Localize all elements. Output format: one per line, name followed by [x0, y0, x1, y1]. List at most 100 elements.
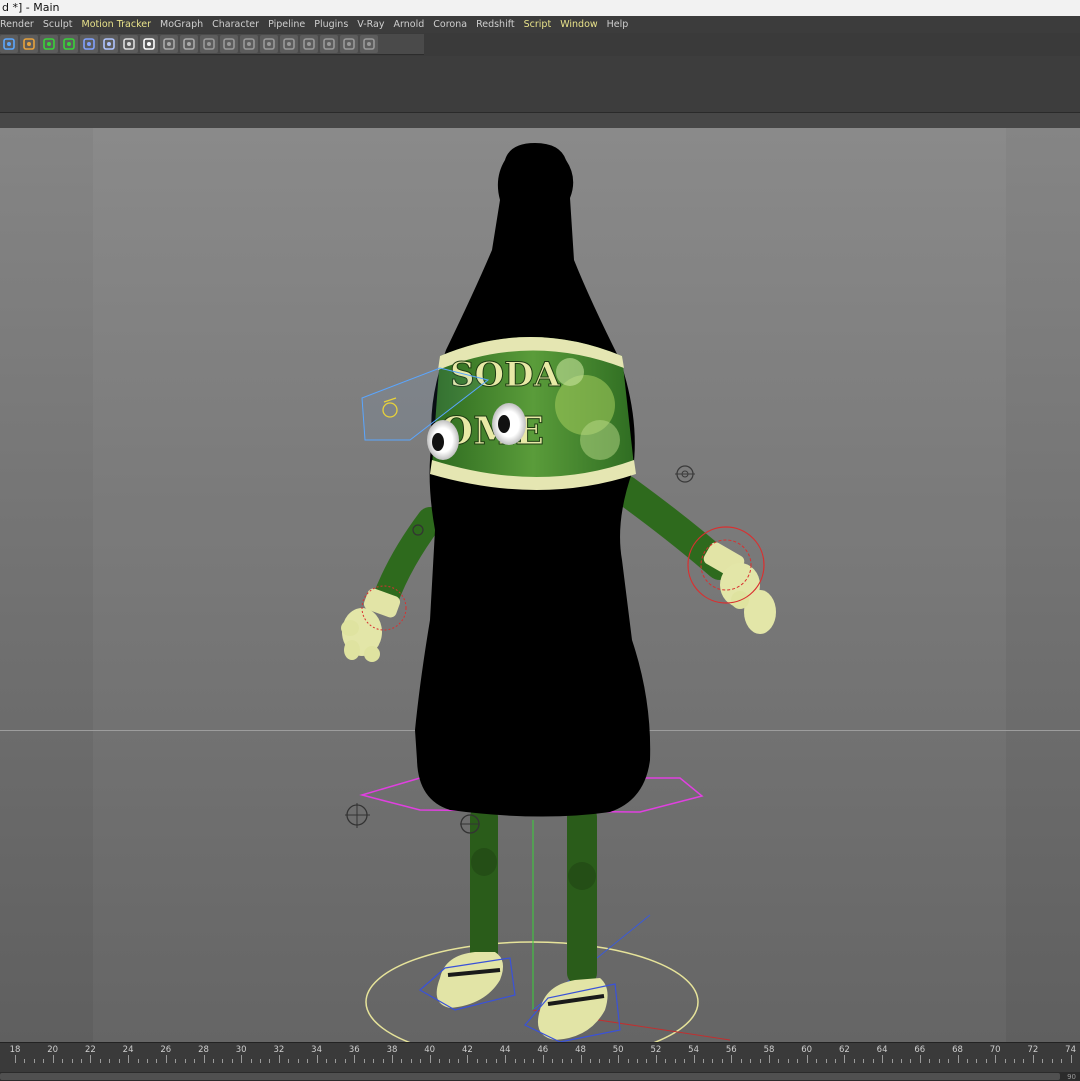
right-eye — [492, 403, 526, 445]
menu-pipeline[interactable]: Pipeline — [268, 19, 305, 30]
frame-tick — [599, 1059, 601, 1063]
frame-tick — [703, 1059, 705, 1063]
frame-tick — [900, 1059, 902, 1063]
joint-icon[interactable] — [220, 35, 238, 53]
frame-tick — [175, 1059, 177, 1063]
frame-label: 20 — [47, 1045, 59, 1055]
main-toolbar — [0, 34, 424, 55]
frame-tick — [948, 1059, 950, 1063]
frame-tick — [759, 1059, 761, 1063]
frame-label: 32 — [273, 1045, 285, 1055]
frame-tick — [608, 1059, 610, 1063]
frame-tick — [109, 1059, 111, 1063]
menu-script[interactable]: Script — [524, 19, 552, 30]
menu-arnold[interactable]: Arnold — [394, 19, 425, 30]
frame-tick — [938, 1059, 940, 1063]
frame-tick — [882, 1055, 884, 1063]
frame-tick — [486, 1059, 488, 1063]
frame-tick — [976, 1059, 978, 1063]
frame-tick — [1042, 1059, 1044, 1063]
subdivision-icon[interactable] — [40, 35, 58, 53]
frame-tick — [278, 1055, 280, 1063]
cluster-icon[interactable] — [320, 35, 338, 53]
polygon-icon[interactable] — [200, 35, 218, 53]
frame-tick — [373, 1059, 375, 1063]
frame-tick — [523, 1059, 525, 1063]
null-object-icon[interactable] — [345, 803, 370, 828]
frame-tick — [439, 1059, 441, 1063]
frame-label: 68 — [952, 1045, 963, 1055]
frame-tick — [241, 1055, 243, 1063]
main-menu-bar: Render Sculpt Motion Tracker MoGraph Charact… — [0, 16, 1080, 33]
frame-ruler[interactable]: 18 20 22 24 26 28 30 32 34 36 38 40 42 44 46 48 50 52 54 56… — [0, 1043, 1080, 1073]
frame-tick — [52, 1055, 54, 1063]
frame-label: 26 — [160, 1045, 172, 1055]
menu-sculpt[interactable]: Sculpt — [43, 19, 73, 30]
frame-tick — [80, 1059, 82, 1063]
weight-icon[interactable] — [260, 35, 278, 53]
frame-tick — [184, 1059, 186, 1063]
frame-tick — [542, 1055, 544, 1063]
frame-tick — [985, 1059, 987, 1063]
frame-tick — [957, 1055, 959, 1063]
frame-tick — [740, 1059, 742, 1063]
grid-tool-icon[interactable] — [180, 35, 198, 53]
frame-tick — [816, 1059, 818, 1063]
ik-icon[interactable] — [240, 35, 258, 53]
mesh-icon[interactable] — [340, 35, 358, 53]
menu-plugins[interactable]: Plugins — [314, 19, 348, 30]
frame-tick — [665, 1059, 667, 1063]
frame-label: 28 — [198, 1045, 209, 1055]
frame-tick — [128, 1055, 130, 1063]
menu-window[interactable]: Window — [560, 19, 597, 30]
menu-mograph[interactable]: MoGraph — [160, 19, 203, 30]
floor-icon[interactable] — [100, 35, 118, 53]
frame-tick — [1014, 1059, 1016, 1063]
frame-tick — [467, 1055, 469, 1063]
timeline-scroll-thumb[interactable] — [0, 1073, 1060, 1080]
menu-redshift[interactable]: Redshift — [476, 19, 515, 30]
frame-tick — [363, 1059, 365, 1063]
frame-label: 52 — [650, 1045, 662, 1055]
frame-tick — [269, 1059, 271, 1063]
morph-icon[interactable] — [300, 35, 318, 53]
frame-tick — [382, 1059, 384, 1063]
frame-tick — [1032, 1055, 1034, 1063]
ground-control-ring[interactable] — [365, 941, 699, 1042]
frame-label: 22 — [84, 1045, 96, 1055]
frame-tick — [90, 1055, 92, 1063]
frame-label: 58 — [763, 1045, 775, 1055]
frame-tick — [693, 1055, 695, 1063]
frame-tick — [712, 1059, 714, 1063]
frame-tick — [260, 1059, 262, 1063]
frame-tick — [250, 1059, 252, 1063]
right-arm — [610, 475, 776, 634]
menu-v-ray[interactable]: V-Ray — [357, 19, 384, 30]
toolbar-area — [0, 56, 1080, 148]
cube-icon[interactable] — [0, 35, 18, 53]
timeline-ruler[interactable]: 18 20 22 24 26 28 30 32 34 36 38 40 42 44 46 48 50 52 54 56… — [0, 1042, 1080, 1081]
grid-tool-icon[interactable] — [160, 35, 178, 53]
frame-tick — [335, 1059, 337, 1063]
menu-corona[interactable]: Corona — [433, 19, 467, 30]
pose-icon[interactable] — [280, 35, 298, 53]
menu-help[interactable]: Help — [607, 19, 629, 30]
light-icon[interactable] — [140, 35, 158, 53]
frame-label: 44 — [499, 1045, 511, 1055]
menu-motion-tracker[interactable]: Motion Tracker — [82, 19, 152, 30]
frame-tick — [146, 1059, 148, 1063]
menu-render[interactable]: Render — [0, 19, 34, 30]
mesh-icon[interactable] — [360, 35, 378, 53]
array-icon[interactable] — [60, 35, 78, 53]
frame-tick — [1051, 1059, 1053, 1063]
pen-icon[interactable] — [20, 35, 38, 53]
null-object-icon[interactable] — [675, 465, 695, 483]
frame-tick — [495, 1059, 497, 1063]
3d-viewport[interactable]: SODA OME — [0, 128, 1080, 1042]
menu-character[interactable]: Character — [212, 19, 259, 30]
frame-tick — [165, 1055, 167, 1063]
deformer-icon[interactable] — [80, 35, 98, 53]
frame-label: 54 — [688, 1045, 700, 1055]
frame-tick — [288, 1059, 290, 1063]
camera-icon[interactable] — [120, 35, 138, 53]
